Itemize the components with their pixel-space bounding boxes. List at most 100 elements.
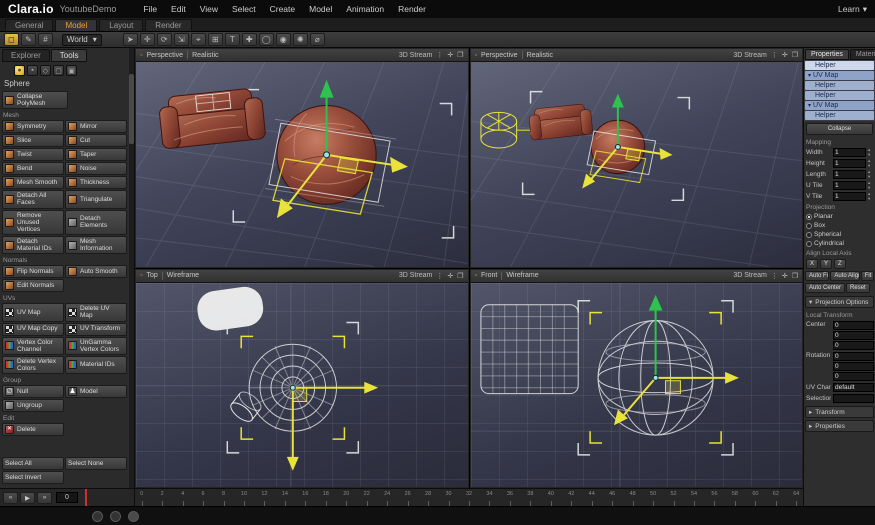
projection-option-spherical[interactable]: Spherical: [804, 230, 875, 239]
rotation-z-input[interactable]: [833, 372, 874, 381]
collapse-button[interactable]: Collapse: [806, 123, 873, 135]
tab-layout[interactable]: Layout: [99, 19, 144, 31]
scrollbar-thumb[interactable]: [129, 74, 134, 144]
translate-gizmo[interactable]: [286, 381, 379, 471]
tool-button-detach-material-ids[interactable]: Detach Material IDs: [2, 235, 64, 255]
menu-render[interactable]: Render: [391, 4, 433, 14]
element-mode-icon[interactable]: ▣: [66, 65, 77, 76]
tool-button-null[interactable]: ∅ Null: [2, 385, 64, 399]
viewport-menu-icon[interactable]: ▫: [475, 272, 477, 279]
radio-icon[interactable]: [806, 231, 812, 238]
viewport-canvas-top[interactable]: [136, 282, 468, 488]
tool-button-delete-uv-map[interactable]: Delete UV Map: [65, 303, 127, 322]
stepper[interactable]: ▴ ▾: [868, 147, 874, 158]
length-input[interactable]: [833, 170, 866, 179]
fit-button[interactable]: Fit: [860, 271, 875, 281]
stepper[interactable]: ▴ ▾: [868, 180, 874, 191]
center-x-input[interactable]: [833, 321, 874, 330]
viewport-canvas-perspective-1[interactable]: [136, 62, 468, 267]
tree-item-helper[interactable]: Helper: [805, 81, 874, 90]
projection-options-section[interactable]: ▾ Projection Options: [805, 296, 874, 308]
couch-object[interactable]: [158, 87, 266, 149]
add-object-icon[interactable]: ✚: [241, 33, 257, 46]
pan-viewport-icon[interactable]: ✛: [782, 272, 788, 280]
tree-item-uv-map[interactable]: ▾ UV Map: [805, 101, 874, 110]
light-tool-icon[interactable]: ✺: [292, 33, 308, 46]
translate-tool-icon[interactable]: ✛: [139, 33, 155, 46]
tab-explorer[interactable]: Explorer: [2, 49, 50, 62]
tab-model[interactable]: Model: [55, 19, 98, 31]
tool-button-select-all[interactable]: Select All: [2, 457, 64, 470]
kebab-icon[interactable]: ⋮: [436, 51, 443, 59]
text-tool-icon[interactable]: T: [224, 33, 240, 46]
uv-channel-select[interactable]: default: [833, 383, 874, 392]
nav-back-button[interactable]: [92, 510, 103, 522]
app-logo[interactable]: Clara.io: [8, 2, 54, 16]
tab-properties[interactable]: Properties: [805, 49, 849, 60]
circle-tool-icon[interactable]: ◯: [258, 33, 274, 46]
current-frame-field[interactable]: 0: [56, 492, 78, 503]
section-properties[interactable]: ▸ Properties: [805, 420, 874, 432]
tool-button-material-ids[interactable]: Material IDs: [65, 355, 127, 375]
viewport-canvas-perspective-2[interactable]: [470, 62, 803, 267]
rotate-tool-icon[interactable]: ⟳: [156, 33, 172, 46]
viewport-shading-dropdown[interactable]: Realistic: [527, 52, 553, 59]
maximize-viewport-icon[interactable]: ❐: [457, 51, 463, 59]
menu-create[interactable]: Create: [263, 4, 303, 14]
stepper-down-icon[interactable]: ▾: [868, 196, 874, 202]
tree-item-helper[interactable]: Helper: [805, 61, 874, 70]
axis-z-button[interactable]: Z: [834, 259, 846, 269]
viewport-menu-icon[interactable]: ▫: [140, 52, 142, 59]
pivot-tool-icon[interactable]: ⌖: [190, 33, 206, 46]
tool-button-cut[interactable]: Cut: [65, 134, 127, 148]
selection-input[interactable]: [833, 394, 874, 403]
tool-button-taper[interactable]: Taper: [65, 148, 127, 162]
help-button[interactable]: [128, 510, 139, 522]
viewport-mode-dropdown[interactable]: Perspective: [481, 52, 518, 59]
radio-icon[interactable]: [806, 222, 812, 229]
viewport-body[interactable]: [470, 282, 803, 488]
project-title[interactable]: YoutubeDemo: [60, 4, 117, 14]
edge-mode-icon[interactable]: ◇: [40, 65, 51, 76]
nav-forward-button[interactable]: [110, 510, 121, 522]
viewport-mode-dropdown[interactable]: Top: [146, 272, 157, 279]
coordinate-space-select[interactable]: World ▾: [62, 33, 102, 46]
rotation-x-input[interactable]: [833, 352, 874, 361]
select-tool-icon[interactable]: ➤: [122, 33, 138, 46]
maximize-viewport-icon[interactable]: ❐: [792, 51, 798, 59]
tool-button-mirror[interactable]: Mirror: [65, 120, 127, 134]
measure-tool-icon[interactable]: ⌀: [309, 33, 325, 46]
sphere-tool-icon[interactable]: ◉: [275, 33, 291, 46]
tab-general[interactable]: General: [5, 19, 54, 31]
tab-render[interactable]: Render: [145, 19, 192, 31]
reset-button[interactable]: Reset: [846, 283, 870, 293]
collapse-polymesh-button[interactable]: Collapse PolyMesh: [2, 91, 68, 110]
viewport-canvas-front[interactable]: [470, 282, 803, 488]
stepper-down-icon[interactable]: ▾: [868, 185, 874, 191]
tree-item-helper[interactable]: Helper: [805, 111, 874, 120]
v-tile-input[interactable]: [833, 192, 866, 201]
tool-button-mesh-smooth[interactable]: Mesh Smooth: [2, 176, 64, 190]
tool-button-select-none[interactable]: Select None: [65, 457, 127, 470]
viewport-menu-icon[interactable]: ▫: [140, 272, 142, 279]
tool-button-thickness[interactable]: Thickness: [65, 176, 127, 190]
object-mode-icon[interactable]: ●: [14, 65, 25, 76]
width-input[interactable]: [833, 148, 866, 157]
projection-option-cylindrical[interactable]: Cylindrical: [804, 239, 875, 248]
stream-dropdown[interactable]: 3D Stream: [733, 52, 766, 59]
pan-viewport-icon[interactable]: ✛: [782, 51, 788, 59]
axis-x-button[interactable]: X: [806, 259, 819, 269]
tool-button-delete-vertex-colors[interactable]: Delete Vertex Colors: [2, 355, 64, 375]
timeline-playhead[interactable]: [85, 489, 87, 506]
kebab-icon[interactable]: ⋮: [436, 272, 443, 280]
center-y-input[interactable]: [833, 331, 874, 340]
viewport-shading-dropdown[interactable]: Realistic: [192, 52, 218, 59]
stepper-down-icon[interactable]: ▾: [868, 152, 874, 158]
select-mode-icon[interactable]: ◻: [4, 33, 19, 46]
tool-button-noise[interactable]: Noise: [65, 162, 127, 176]
tool-button-select-invert[interactable]: Select Invert: [2, 471, 64, 484]
tool-button-bend[interactable]: Bend: [2, 162, 64, 176]
tab-tools[interactable]: Tools: [50, 49, 88, 62]
tool-button-detach-elements[interactable]: Detach Elements: [65, 209, 127, 235]
pan-viewport-icon[interactable]: ✛: [447, 272, 453, 280]
